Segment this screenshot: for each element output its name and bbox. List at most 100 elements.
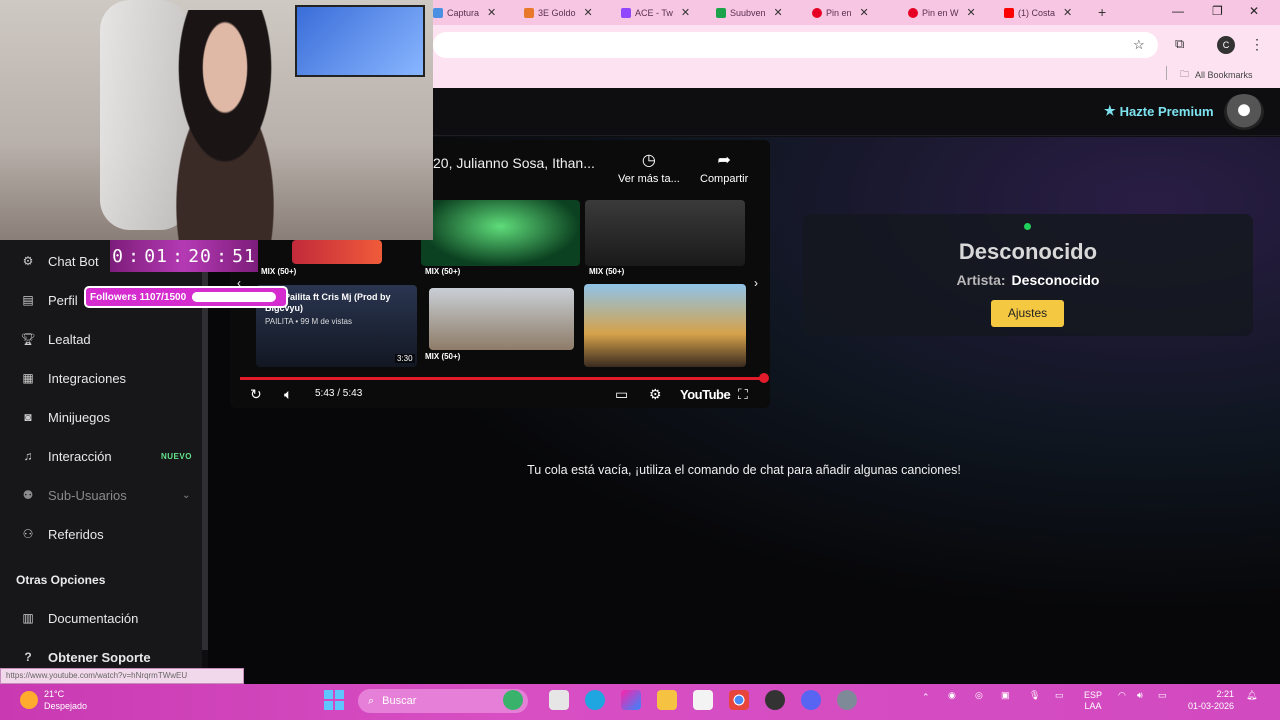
fullscreen-icon[interactable]: ⛶ [738, 386, 748, 403]
browser-tab[interactable]: Pin en W ✕ [908, 4, 976, 21]
premium-button[interactable]: ★ Hazte Premium [1104, 103, 1214, 119]
watch-later-button[interactable]: ◷ Ver más ta... [618, 150, 680, 185]
edge-icon[interactable] [585, 690, 605, 710]
microphone-icon[interactable]: 🎙︎ [1029, 690, 1040, 701]
close-icon[interactable]: ✕ [1063, 6, 1072, 19]
sidebar-item-interaccion[interactable]: ♫ Interacción [20, 446, 112, 466]
sidebar-item-label: Perfil [48, 292, 78, 308]
tray-discord-icon[interactable]: ◎ [975, 690, 983, 701]
video-thumbnail[interactable] [429, 288, 574, 350]
file-explorer-icon[interactable] [657, 690, 677, 710]
browser-tab[interactable]: ACE - Tw ✕ [621, 4, 690, 21]
video-progress-bar[interactable] [240, 373, 769, 383]
notification-icon[interactable]: 🔔︎ [1246, 690, 1257, 701]
taskbar-clock[interactable]: 2:21 01-03-2026 [1186, 688, 1234, 712]
chevron-down-icon[interactable]: ⌄ [182, 490, 190, 501]
video-progress-fill [240, 377, 764, 380]
copilot-icon[interactable] [621, 690, 641, 710]
video-scrubber-handle[interactable] [759, 373, 769, 383]
close-icon[interactable]: ✕ [774, 6, 783, 19]
windows-start-icon[interactable] [324, 690, 344, 710]
window-close-icon[interactable]: ✕ [1249, 4, 1259, 18]
close-icon[interactable]: ✕ [967, 6, 976, 19]
sidebar-item-referidos[interactable]: ⚇ Referidos [20, 524, 104, 544]
volume-icon[interactable]: 🔈︎ [284, 386, 292, 403]
obs-icon[interactable] [765, 690, 785, 710]
wifi-icon[interactable]: ◠ [1118, 690, 1126, 701]
close-icon[interactable]: ✕ [860, 6, 869, 19]
language-indicator[interactable]: ESP LAA [1084, 690, 1102, 712]
sidebar-item-label: Integraciones [48, 370, 127, 386]
close-icon[interactable]: ✕ [681, 6, 690, 19]
sidebar-item-label: Obtener Soporte [48, 649, 151, 665]
task-view-icon[interactable] [549, 690, 569, 710]
video-thumbnail[interactable] [584, 284, 746, 367]
settings-button[interactable]: Ajustes [991, 300, 1064, 327]
share-button[interactable]: ➦ Compartir [700, 150, 748, 185]
clock-icon: ◷ [641, 152, 656, 169]
tray-nvidia-icon[interactable]: ▣ [1001, 690, 1010, 701]
speaker-icon[interactable]: 🔊︎ [1137, 690, 1143, 701]
minimize-icon[interactable]: — [1172, 4, 1184, 18]
tray-chevron-icon[interactable]: ⌃ [922, 692, 930, 703]
sidebar-item-label: Sub-Usuarios [48, 487, 127, 503]
browser-tab[interactable]: Captura ✕ [433, 4, 496, 21]
sidebar-item-sub-usuarios[interactable]: ⚉ Sub-Usuarios [20, 485, 127, 505]
new-tab-icon[interactable]: + [1098, 4, 1106, 20]
browser-tab[interactable]: (1) Costa ✕ [1004, 4, 1072, 21]
sidebar-item-perfil[interactable]: ▤ Perfil [20, 290, 78, 310]
subtitles-icon[interactable]: ▭ [615, 386, 628, 403]
close-icon[interactable]: ✕ [584, 6, 593, 19]
weather-widget[interactable]: 21°C Despejado [20, 688, 87, 712]
sidebar-item-minijuegos[interactable]: ◙ Minijuegos [20, 407, 110, 427]
sidebar-item-integraciones[interactable]: ▦ Integraciones [20, 368, 126, 388]
browser-tab[interactable]: 3E Goldo ✕ [524, 4, 593, 21]
sidebar-item-chat-bot[interactable]: ⚙ Chat Bot [20, 251, 99, 271]
share-icon: ➦ [717, 152, 731, 169]
discord-icon[interactable] [801, 690, 821, 710]
sidebar-item-lealtad[interactable]: 🏆︎ Lealtad [20, 329, 91, 349]
battery-icon[interactable]: ▭ [1158, 690, 1167, 701]
featured-video-meta: PAILITA • 99 M de vistas [265, 317, 352, 326]
tray-app-icon[interactable]: ◉ [948, 690, 956, 701]
restore-icon[interactable]: ❐ [1212, 4, 1223, 18]
store-icon[interactable] [693, 690, 713, 710]
all-bookmarks-button[interactable]: 🗀 All Bookmarks [1180, 67, 1253, 83]
gear-icon[interactable]: ⚙ [649, 386, 662, 403]
watch-later-label: Ver más ta... [618, 173, 680, 185]
temperature: 21°C [44, 689, 65, 699]
browser-tab[interactable]: Pin en ✕ [812, 4, 869, 21]
video-thumbnail[interactable] [292, 240, 382, 264]
sidebar-item-label: Lealtad [48, 331, 91, 347]
chart-icon: ▦ [22, 371, 34, 385]
video-title[interactable]: 20, Julianno Sosa, Ithan... [433, 155, 613, 171]
timer-separator: : [172, 245, 184, 267]
docs-icon: ▥ [22, 611, 34, 625]
profile-avatar[interactable]: C [1217, 36, 1235, 54]
bookmark-star-icon[interactable]: ☆ [1133, 37, 1145, 53]
browser-tab[interactable]: Suubven ✕ [716, 4, 783, 21]
chrome-icon[interactable] [729, 690, 749, 710]
robot-icon: ⚙ [22, 254, 34, 268]
extensions-icon[interactable]: ⧉ [1175, 36, 1184, 52]
webcam-wall-frame [295, 5, 425, 77]
tray-display-icon[interactable]: ▭ [1055, 690, 1064, 701]
sidebar-item-documentacion[interactable]: ▥ Documentación [20, 608, 138, 628]
video-time: 5:43 / 5:43 [315, 388, 363, 399]
star-icon: ★ [1104, 103, 1116, 118]
queue-empty-message: Tu cola está vacía, ¡utiliza el comando … [527, 463, 961, 477]
close-icon[interactable]: ✕ [487, 6, 496, 19]
tab-favicon-icon [433, 7, 443, 18]
browser-menu-icon[interactable]: ⋮ [1250, 36, 1264, 53]
video-thumbnail[interactable] [421, 200, 580, 266]
replay-icon[interactable]: ↻ [250, 386, 262, 403]
settings-app-icon[interactable] [837, 690, 857, 710]
search-icon: ⌕ [368, 694, 375, 707]
sidebar-item-soporte[interactable]: ? Obtener Soporte [20, 647, 151, 667]
video-thumbnail[interactable] [585, 200, 745, 266]
youtube-logo[interactable]: YouTube [680, 387, 731, 402]
user-avatar[interactable] [1224, 94, 1264, 130]
weather-cloud-icon[interactable] [503, 690, 523, 710]
chevron-right-icon[interactable]: › [754, 276, 758, 290]
url-input[interactable] [433, 32, 1158, 58]
